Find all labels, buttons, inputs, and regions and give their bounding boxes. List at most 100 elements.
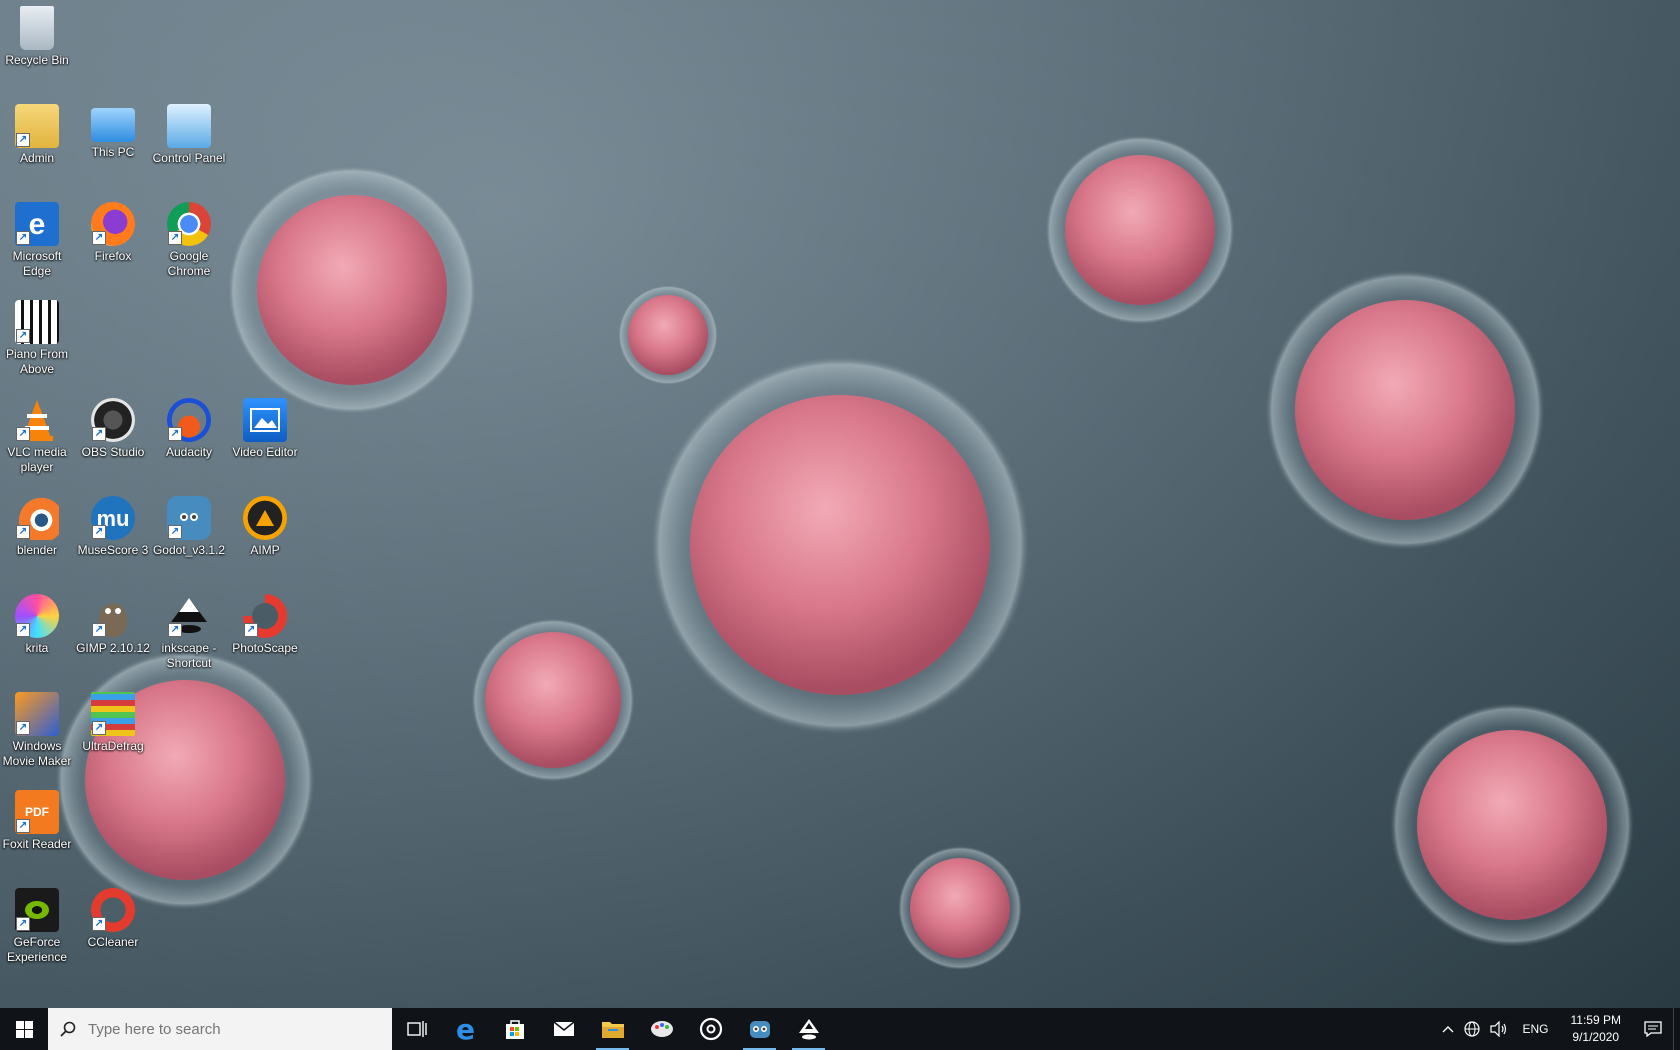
show-hidden-icons-button[interactable]: [1437, 1025, 1459, 1033]
foxit-icon: PDF ↗: [15, 790, 59, 834]
desktop-icon-recycle-bin[interactable]: Recycle Bin: [0, 2, 77, 68]
desktop-icon-ultradefrag[interactable]: ↗ UltraDefrag: [73, 688, 153, 754]
desktop-icon-aimp[interactable]: AIMP: [225, 492, 305, 558]
desktop-icon-label: Godot_v3.1.2: [152, 543, 226, 557]
input-language-button[interactable]: ENG: [1513, 1022, 1559, 1036]
volume-button[interactable]: [1485, 1021, 1513, 1037]
taskbar-mail[interactable]: [539, 1008, 588, 1050]
desktop-icon-label: Firefox: [94, 249, 132, 263]
desktop-icon-label: Control Panel: [152, 151, 226, 165]
desktop-icon-label: CCleaner: [87, 935, 139, 949]
desktop-icon-label: UltraDefrag: [82, 739, 144, 753]
gimp-icon: ↗: [91, 594, 135, 638]
desktop-icon-label: VLC media player: [7, 445, 67, 474]
desktop-icon-label: blender: [16, 543, 58, 557]
audacity-icon: ↗: [167, 398, 211, 442]
desktop-icon-label: GeForce Experience: [6, 935, 68, 964]
desktop-icon-godot[interactable]: ↗ Godot_v3.1.2: [149, 492, 229, 558]
krita-icon: ↗: [15, 594, 59, 638]
desktop-icon-vlc[interactable]: ↗ VLC media player: [0, 394, 77, 475]
computer-icon: [91, 108, 135, 142]
search-input[interactable]: [86, 1019, 370, 1039]
desktop-icon-label: Piano From Above: [5, 347, 69, 376]
taskbar: e: [0, 1008, 1680, 1050]
desktop-icon-label: AIMP: [250, 543, 280, 557]
desktop-icon-musescore[interactable]: mu ↗ MuseScore 3: [73, 492, 153, 558]
desktop-icon-label: krita: [25, 641, 49, 655]
desktop-icon-this-pc[interactable]: This PC: [73, 100, 153, 160]
desktop-icon-inkscape[interactable]: ↗ inkscape - Shortcut: [149, 590, 229, 671]
clock[interactable]: 11:59 PM 9/1/2020: [1559, 1012, 1633, 1046]
system-tray: ENG 11:59 PM 9/1/2020: [1437, 1008, 1680, 1050]
edge-icon: e: [456, 1012, 475, 1046]
show-desktop-button[interactable]: [1673, 1008, 1680, 1050]
desktop-icon-foxit-reader[interactable]: PDF ↗ Foxit Reader: [0, 786, 77, 852]
windows-logo-icon: [15, 1020, 33, 1038]
desktop-icon-label: Admin: [19, 151, 54, 165]
desktop-icon-windows-movie-maker[interactable]: ↗ Windows Movie Maker: [0, 688, 77, 769]
chrome-icon: ↗: [167, 202, 211, 246]
geforce-icon: ↗: [15, 888, 59, 932]
desktop-icon-control-panel[interactable]: Control Panel: [149, 100, 229, 166]
desktop-icon-label: Video Editor: [232, 445, 298, 459]
desktop-icon-audacity[interactable]: ↗ Audacity: [149, 394, 229, 460]
desktop-icon-google-chrome[interactable]: ↗ Google Chrome: [149, 198, 229, 279]
taskbar-paint[interactable]: [637, 1008, 686, 1050]
piano-icon: ↗: [15, 300, 59, 344]
desktop-icon-label: MuseScore 3: [77, 543, 149, 557]
start-button[interactable]: [0, 1008, 48, 1050]
ultradefrag-icon: ↗: [91, 692, 135, 736]
clock-time: 11:59 PM: [1570, 1013, 1621, 1027]
desktop-icon-piano-from-above[interactable]: ↗ Piano From Above: [0, 296, 77, 377]
godot-icon: ↗: [167, 496, 211, 540]
taskbar-godot[interactable]: [735, 1008, 784, 1050]
desktop-icon-label: Windows Movie Maker: [2, 739, 72, 768]
musescore-icon: mu ↗: [91, 496, 135, 540]
action-center-button[interactable]: [1633, 1021, 1673, 1037]
file-explorer-icon: [601, 1022, 624, 1038]
taskbar-file-explorer[interactable]: [588, 1008, 637, 1050]
desktop-icon-photoscape[interactable]: ↗ PhotoScape: [225, 590, 305, 656]
aimp-icon: [243, 496, 287, 540]
video-editor-icon: [243, 398, 287, 442]
desktop-icon-obs-studio[interactable]: ↗ OBS Studio: [73, 394, 153, 460]
taskbar-groove[interactable]: [686, 1008, 735, 1050]
desktop-icon-gimp[interactable]: ↗ GIMP 2.10.12: [73, 590, 153, 656]
notification-icon: [1644, 1021, 1662, 1037]
desktop-icon-microsoft-edge[interactable]: e ↗ Microsoft Edge: [0, 198, 77, 279]
desktop-icon-firefox[interactable]: ↗ Firefox: [73, 198, 153, 264]
desktop-icon-label: This PC: [91, 145, 135, 159]
desktop-icon-label: inkscape - Shortcut: [161, 641, 217, 670]
user-folder-icon: ↗: [15, 104, 59, 148]
ccleaner-icon: ↗: [91, 888, 135, 932]
desktop-icon-krita[interactable]: ↗ krita: [0, 590, 77, 656]
desktop-icon-label: Foxit Reader: [2, 837, 72, 851]
taskbar-edge[interactable]: e: [441, 1008, 490, 1050]
desktop-icon-video-editor[interactable]: Video Editor: [225, 394, 305, 460]
desktop: Recycle Bin ↗ Admin This PC Control Pane…: [0, 0, 1680, 1008]
task-view-button[interactable]: [392, 1008, 441, 1050]
desktop-icon-blender[interactable]: ↗ blender: [0, 492, 77, 558]
edge-icon: e ↗: [15, 202, 59, 246]
desktop-icon-label: GIMP 2.10.12: [76, 641, 150, 655]
taskbar-search[interactable]: [48, 1008, 392, 1050]
firefox-icon: ↗: [91, 202, 135, 246]
speaker-icon: [1489, 1021, 1506, 1037]
godot-icon: [749, 1021, 770, 1038]
desktop-icon-label: Microsoft Edge: [12, 249, 62, 278]
clock-date: 9/1/2020: [1572, 1030, 1620, 1044]
desktop-icon-label: PhotoScape: [232, 641, 298, 655]
groove-icon: [699, 1017, 722, 1041]
desktop-icon-geforce-experience[interactable]: ↗ GeForce Experience: [0, 884, 77, 965]
vlc-icon: ↗: [15, 398, 59, 442]
desktop-icon-label: Google Chrome: [167, 249, 211, 278]
control-panel-icon: [167, 104, 211, 148]
taskbar-store[interactable]: [490, 1008, 539, 1050]
taskbar-inkscape[interactable]: [784, 1008, 833, 1050]
store-icon: [505, 1020, 524, 1039]
inkscape-icon: ↗: [167, 594, 211, 638]
paint-icon: [650, 1021, 673, 1037]
desktop-icon-admin[interactable]: ↗ Admin: [0, 100, 77, 166]
network-button[interactable]: [1459, 1021, 1485, 1037]
desktop-icon-ccleaner[interactable]: ↗ CCleaner: [73, 884, 153, 950]
